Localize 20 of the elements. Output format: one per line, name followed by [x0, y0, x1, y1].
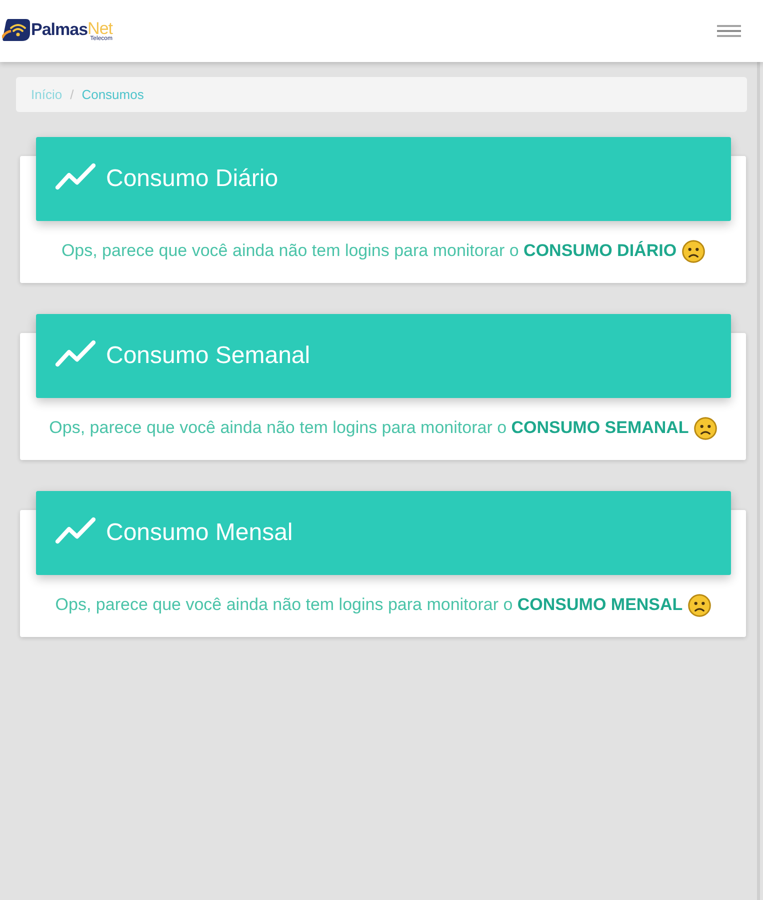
worried-face-icon [694, 416, 717, 440]
worried-face-icon [682, 240, 705, 262]
logo-accent-text: Net [88, 20, 113, 37]
breadcrumb-link[interactable]: Início [31, 87, 62, 102]
logo-text: Palmas [31, 20, 88, 40]
breadcrumb-link[interactable]: Consumos [82, 87, 144, 102]
wifi-logo-icon [2, 19, 30, 41]
card-title: Consumo Semanal [106, 342, 310, 370]
menu-icon [717, 25, 741, 37]
trend-line-icon [55, 163, 96, 190]
worried-face-icon [688, 594, 711, 616]
trend-line-icon [55, 340, 96, 367]
menu-button[interactable] [717, 25, 741, 37]
empty-message: Ops, parece que você ainda não tem logins para monitorar o CONSUMO SEMANAL [49, 418, 689, 438]
trend-line-icon [55, 517, 96, 544]
empty-message: Ops, parece que você ainda não tem logins para monitorar o CONSUMO MENSAL [55, 595, 683, 615]
breadcrumb-separator: / [70, 87, 74, 102]
empty-message: Ops, parece que você ainda não tem logins para monitorar o CONSUMO DIÁRIO [61, 241, 677, 261]
card-title: Consumo Mensal [106, 519, 293, 547]
card-title: Consumo Diário [106, 165, 278, 193]
